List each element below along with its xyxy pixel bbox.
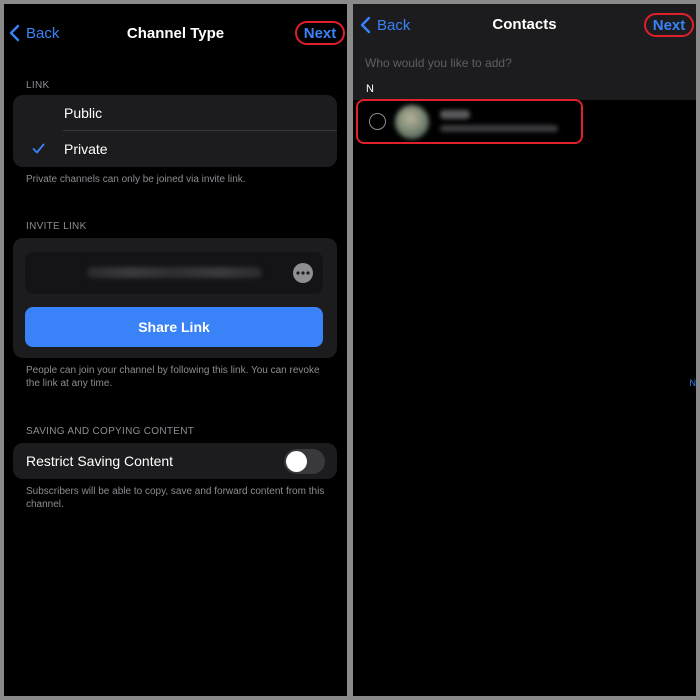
more-options-button[interactable]: [293, 263, 313, 283]
option-public-label: Public: [64, 105, 103, 121]
section-header: N: [353, 80, 696, 100]
ellipsis-icon: [296, 271, 310, 275]
search-field[interactable]: Who would you like to add?: [353, 44, 696, 80]
restrict-saving-toggle[interactable]: [284, 449, 325, 474]
link-type-group: Public Private: [13, 95, 337, 167]
invite-link-field[interactable]: [25, 252, 323, 294]
section-index-letter[interactable]: N: [690, 378, 697, 388]
toggle-knob: [286, 451, 307, 472]
search-placeholder: Who would you like to add?: [365, 56, 512, 70]
saving-footnote: Subscribers will be able to copy, save a…: [26, 486, 325, 510]
invite-link-group: Share Link: [13, 238, 337, 358]
invite-section-label: INVITE LINK: [26, 221, 87, 232]
invite-link-text-blurred: [87, 267, 262, 278]
share-link-button[interactable]: Share Link: [25, 307, 323, 347]
contact-status-blurred: [440, 125, 558, 132]
saving-section-label: SAVING AND COPYING CONTENT: [26, 426, 195, 437]
option-private[interactable]: Private: [13, 131, 337, 167]
nav-bar: Back Contacts Next: [353, 4, 696, 44]
contacts-screen: Back Contacts Next Who would you like to…: [353, 4, 696, 696]
nav-bar: Back Channel Type Next: [4, 4, 347, 62]
restrict-saving-label: Restrict Saving Content: [26, 453, 174, 469]
next-button[interactable]: Next: [295, 21, 345, 45]
section-header-letter: N: [366, 83, 374, 95]
contact-row[interactable]: [356, 99, 583, 144]
option-public[interactable]: Public: [13, 95, 337, 131]
next-button[interactable]: Next: [644, 13, 694, 37]
invite-footnote: People can join your channel by followin…: [26, 365, 320, 389]
select-radio[interactable]: [369, 113, 386, 130]
option-private-label: Private: [64, 141, 108, 157]
checkmark-icon: [32, 143, 45, 154]
link-section-label: LINK: [26, 80, 50, 91]
link-footnote: Private channels can only be joined via …: [26, 174, 246, 185]
channel-type-screen: Back Channel Type Next LINK Public Priva…: [4, 4, 347, 696]
avatar: [395, 105, 429, 139]
restrict-saving-row: Restrict Saving Content: [13, 443, 337, 479]
contact-name-blurred: [440, 110, 470, 119]
